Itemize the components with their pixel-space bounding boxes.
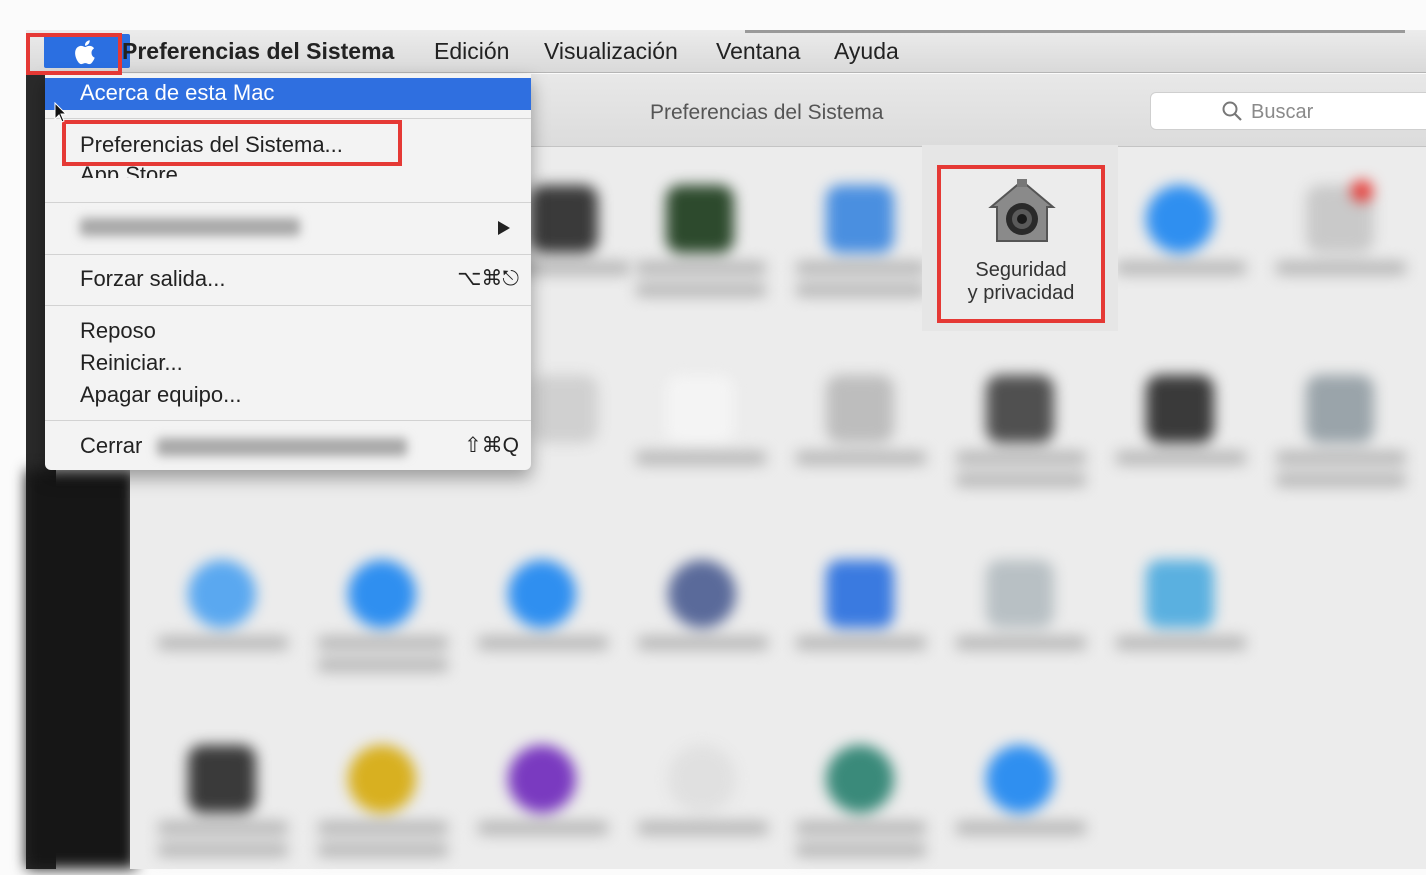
house-lock-icon <box>988 179 1056 242</box>
pref-pane-6[interactable] <box>1276 175 1406 315</box>
search-icon <box>1222 101 1242 121</box>
force-quit-shortcut: ⌥⌘⎋ <box>457 267 519 290</box>
menu-bar: Preferencias del Sistema Edición Visuali… <box>26 30 1426 73</box>
menu-separator <box>45 202 531 203</box>
logout-username <box>157 438 407 456</box>
window-title: Preferencias del Sistema <box>650 101 884 124</box>
search-placeholder: Buscar <box>1251 101 1314 123</box>
pref-pane-20[interactable] <box>158 735 288 875</box>
background-dark-panel <box>26 470 136 869</box>
pref-pane-12[interactable] <box>1276 365 1406 505</box>
pref-pane-3[interactable] <box>796 175 926 315</box>
security-privacy-pane[interactable]: Seguridad y privacidad <box>937 165 1105 323</box>
menu-separator <box>45 254 531 255</box>
menu-item-about-mac[interactable]: Acerca de esta Mac <box>45 78 531 110</box>
logout-shortcut: ⇧⌘Q <box>464 434 519 457</box>
menu-visualizacion[interactable]: Visualización <box>544 38 678 65</box>
pref-pane-8[interactable] <box>636 365 766 505</box>
pref-pane-21[interactable] <box>318 735 448 875</box>
pref-pane-9[interactable] <box>796 365 926 505</box>
menu-item-recent-items[interactable] <box>80 218 300 236</box>
pref-pane-25[interactable] <box>956 735 1086 875</box>
pref-pane-16[interactable] <box>638 550 768 690</box>
pref-pane-13[interactable] <box>158 550 288 690</box>
menu-item-about-label: Acerca de esta Mac <box>80 80 275 105</box>
search-input[interactable]: Buscar <box>1150 92 1426 130</box>
system-preferences-highlight-box <box>62 120 402 166</box>
pref-pane-22[interactable] <box>478 735 608 875</box>
menu-item-restart[interactable]: Reiniciar... <box>80 350 183 376</box>
pref-pane-11[interactable] <box>1116 365 1246 505</box>
apple-menu-highlight-box <box>26 33 122 75</box>
menu-item-shutdown[interactable]: Apagar equipo... <box>80 382 241 408</box>
mouse-cursor-icon <box>54 102 68 123</box>
window-top-edge <box>745 30 1405 33</box>
menu-item-sleep[interactable]: Reposo <box>80 318 156 344</box>
menu-edicion[interactable]: Edición <box>434 38 509 65</box>
pref-pane-19[interactable] <box>1116 550 1246 690</box>
pref-pane-10[interactable] <box>956 365 1086 505</box>
menu-item-logout[interactable]: Cerrar <box>80 433 142 459</box>
pref-pane-14[interactable] <box>318 550 448 690</box>
menu-ayuda[interactable]: Ayuda <box>834 38 899 65</box>
pref-pane-24[interactable] <box>796 735 926 875</box>
pref-pane-15[interactable] <box>478 550 608 690</box>
pref-pane-5[interactable] <box>1116 175 1246 315</box>
pref-pane-23[interactable] <box>638 735 768 875</box>
pref-pane-17[interactable] <box>796 550 926 690</box>
menu-app-name[interactable]: Preferencias del Sistema <box>122 38 394 65</box>
menu-item-force-quit[interactable]: Forzar salida... <box>80 266 226 292</box>
menu-separator <box>45 305 531 306</box>
submenu-arrow-icon <box>498 221 510 235</box>
pref-pane-18[interactable] <box>956 550 1086 690</box>
menu-separator <box>45 118 531 119</box>
pref-pane-2[interactable] <box>636 175 766 315</box>
security-label-line2: y privacidad <box>967 282 1075 304</box>
menu-ventana[interactable]: Ventana <box>716 38 800 65</box>
security-label-line1: Seguridad <box>975 259 1067 281</box>
menu-separator <box>45 420 531 421</box>
